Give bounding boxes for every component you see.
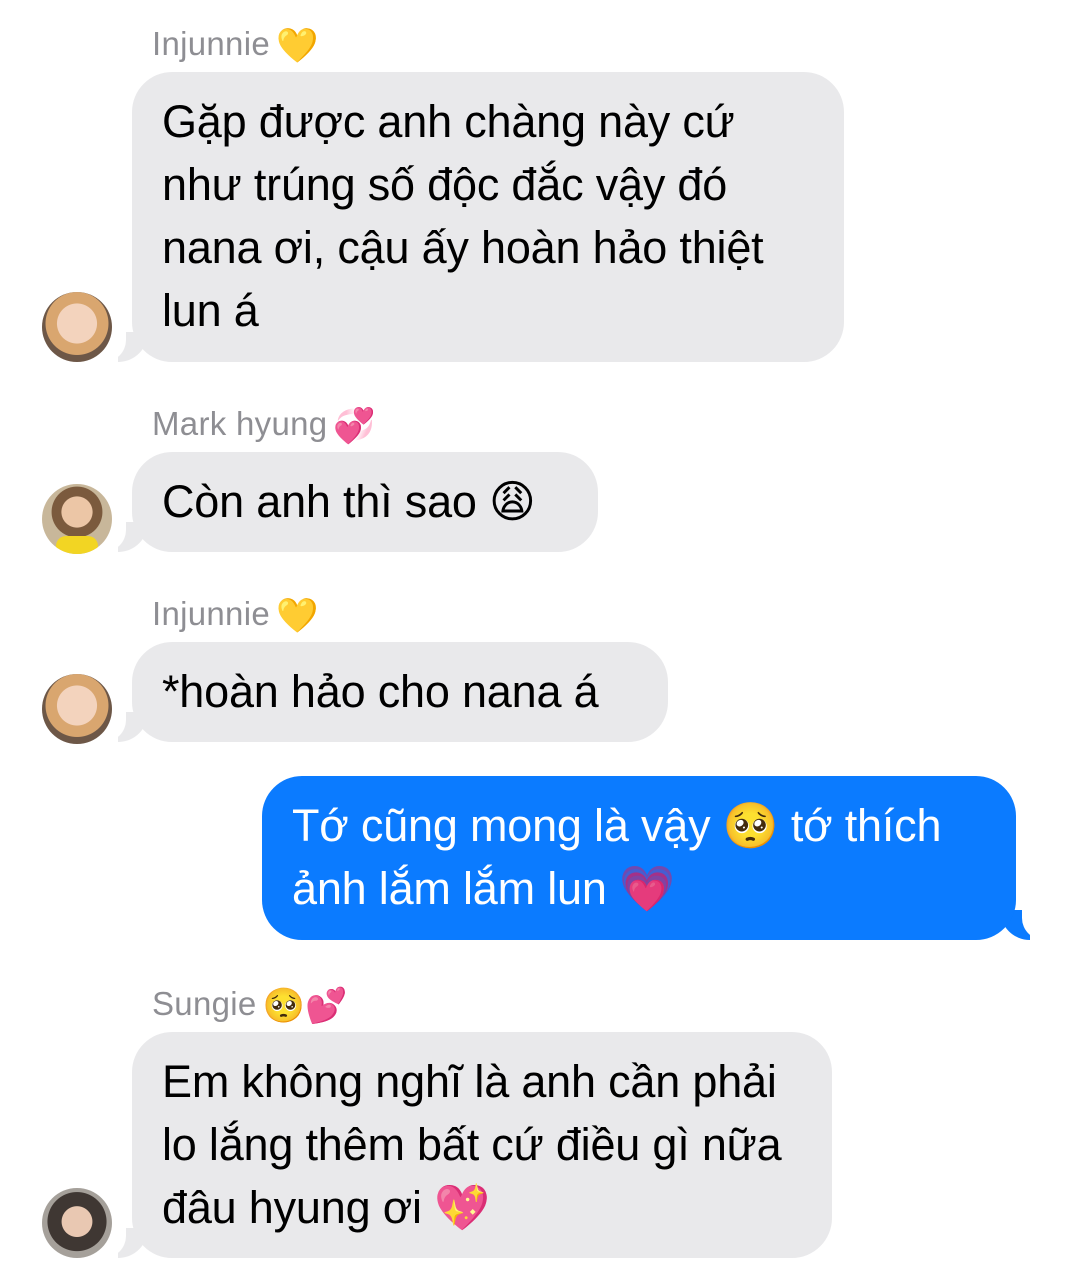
message-text: Gặp được anh chàng này cứ như trúng số đ… [162, 96, 764, 336]
message-bubble[interactable]: Còn anh thì sao 😩 [132, 452, 598, 552]
message-bubble[interactable]: Gặp được anh chàng này cứ như trúng số đ… [132, 72, 844, 362]
avatar[interactable] [42, 484, 112, 554]
sender-name: Injunnie 💛 [152, 594, 319, 636]
sender-name: Sungie 🥺💕 [152, 984, 348, 1026]
avatar[interactable] [42, 1188, 112, 1258]
message-bubble-outgoing[interactable]: Tớ cũng mong là vậy 🥺 tớ thích ảnh lắm l… [262, 776, 1016, 940]
avatar[interactable] [42, 674, 112, 744]
sender-name-text: Injunnie [152, 595, 270, 632]
pleading-face-hearts-icon: 🥺💕 [262, 986, 348, 1026]
message-text: Còn anh thì sao 😩 [162, 476, 536, 527]
sender-name-text: Injunnie [152, 25, 270, 62]
yellow-heart-icon: 💛 [276, 26, 319, 66]
sender-name-text: Mark hyung [152, 405, 328, 442]
revolving-hearts-icon: 💞 [333, 406, 377, 446]
sender-name: Mark hyung 💞 [152, 404, 376, 446]
message-text: Tớ cũng mong là vậy 🥺 tớ thích ảnh lắm l… [292, 800, 942, 914]
message-text: *hoàn hảo cho nana á [162, 666, 599, 717]
yellow-heart-icon: 💛 [276, 596, 319, 636]
message-bubble[interactable]: Em không nghĩ là anh cần phải lo lắng th… [132, 1032, 832, 1258]
message-text: Em không nghĩ là anh cần phải lo lắng th… [162, 1056, 782, 1233]
sender-name: Injunnie 💛 [152, 24, 319, 66]
avatar[interactable] [42, 292, 112, 362]
sender-name-text: Sungie [152, 985, 257, 1022]
message-bubble[interactable]: *hoàn hảo cho nana á [132, 642, 668, 742]
